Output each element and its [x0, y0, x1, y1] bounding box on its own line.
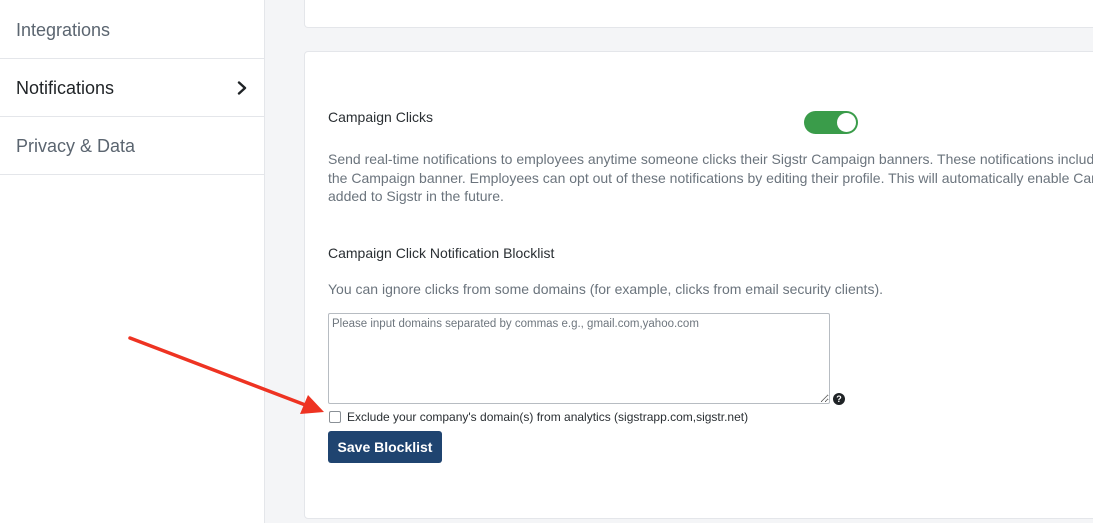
svg-text:?: ?	[836, 394, 842, 404]
blocklist-domains-input[interactable]	[328, 313, 830, 404]
exclude-company-domains-checkbox[interactable]	[329, 411, 341, 423]
description-line: the Campaign banner. Employees can opt o…	[328, 169, 1093, 186]
previous-settings-card	[304, 0, 1093, 28]
campaign-clicks-toggle[interactable]	[804, 111, 858, 134]
exclude-company-domains-label[interactable]: Exclude your company's domain(s) from an…	[347, 410, 748, 424]
description-line: added to Sigstr in the future.	[328, 188, 504, 204]
sidebar-item-privacy-data[interactable]: Privacy & Data	[0, 118, 264, 175]
description-line: Send real-time notifications to employee…	[328, 151, 1093, 167]
sidebar-item-integrations[interactable]: Integrations	[0, 2, 264, 59]
campaign-clicks-description: Send real-time notifications to employee…	[328, 150, 1093, 206]
sidebar-item-notifications[interactable]: Notifications	[0, 60, 264, 117]
sidebar-item-label: Notifications	[16, 77, 115, 98]
blocklist-description: You can ignore clicks from some domains …	[328, 281, 884, 297]
save-blocklist-button[interactable]: Save Blocklist	[328, 431, 442, 463]
question-circle-icon[interactable]: ?	[833, 393, 845, 405]
chevron-right-icon	[237, 81, 247, 95]
sidebar-item-label: Privacy & Data	[16, 135, 136, 156]
blocklist-title: Campaign Click Notification Blocklist	[328, 245, 555, 261]
settings-sidebar: Integrations Notifications Privacy & Dat…	[0, 0, 265, 523]
toggle-knob	[837, 113, 856, 132]
sidebar-item-label: Integrations	[16, 19, 111, 40]
campaign-clicks-title: Campaign Clicks	[328, 109, 434, 125]
